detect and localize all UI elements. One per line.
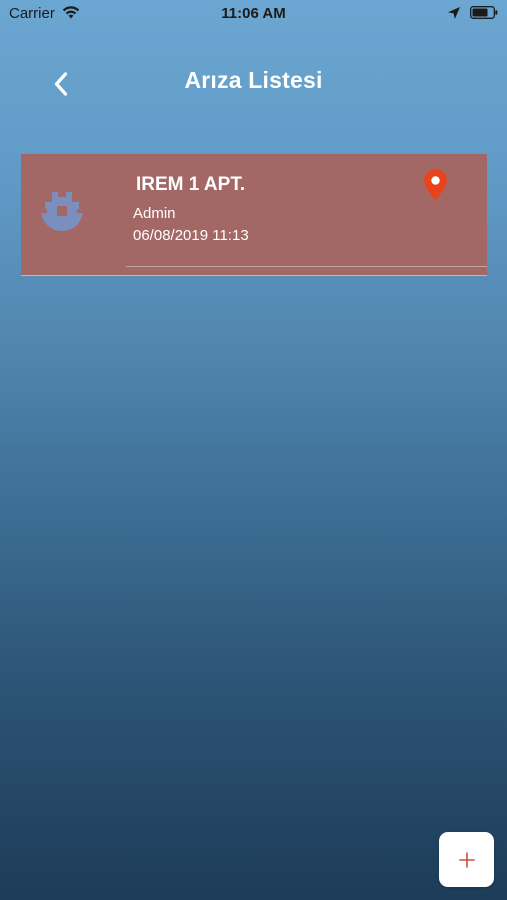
page-title: Arıza Listesi (184, 67, 323, 93)
battery-icon (470, 6, 498, 19)
status-bar: Carrier 11:06 AM (0, 0, 507, 28)
fault-user: Admin (133, 205, 176, 222)
map-pin-icon[interactable] (422, 169, 449, 201)
plus-icon (458, 851, 475, 868)
fault-date: 06/08/2019 11:13 (133, 227, 249, 244)
building-icon (41, 192, 83, 231)
card-separator (126, 266, 487, 267)
add-fault-button[interactable] (439, 832, 494, 887)
fault-list-item[interactable]: IREM 1 APT. Admin 06/08/2019 11:13 (21, 154, 487, 276)
location-arrow-icon (448, 7, 460, 19)
fault-title: IREM 1 APT. (136, 174, 246, 195)
status-time: 11:06 AM (221, 5, 286, 22)
